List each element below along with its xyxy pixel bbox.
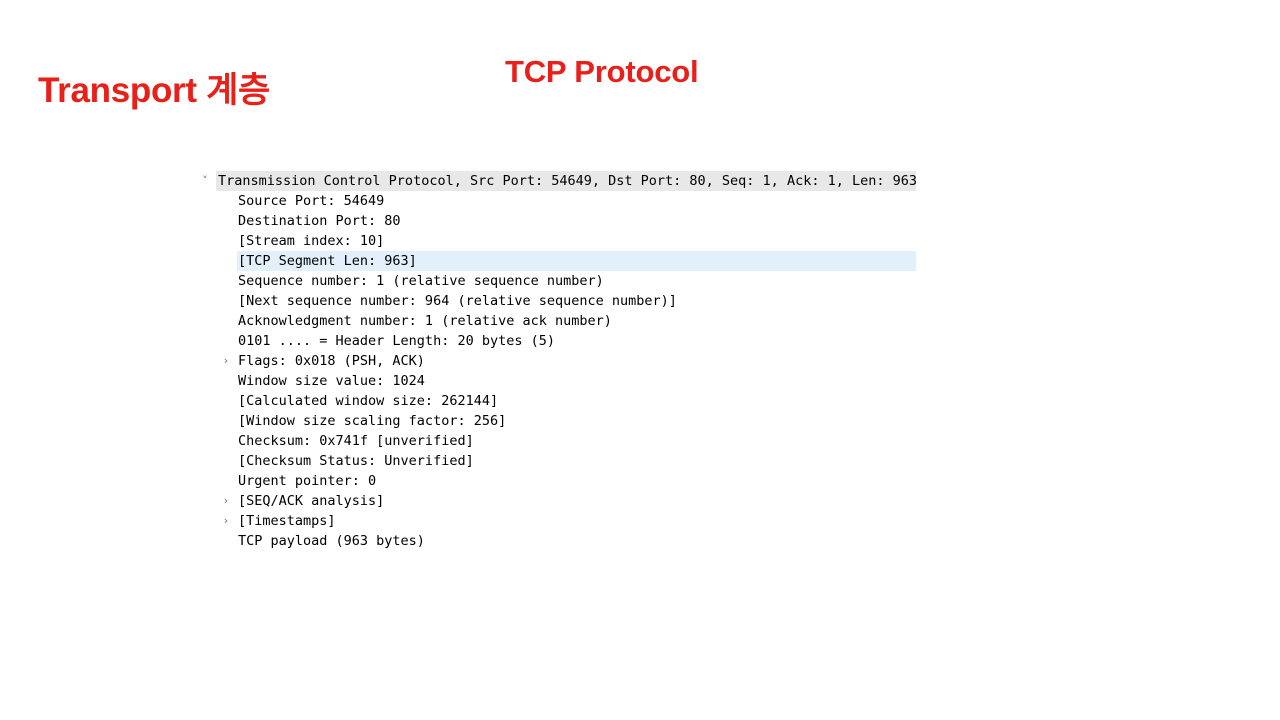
packet-detail-row-label: [Next sequence number: 964 (relative seq…	[238, 293, 677, 309]
chevron-down-icon[interactable]: ˅	[198, 171, 212, 191]
packet-detail-row[interactable]: [TCP Segment Len: 963]	[196, 251, 956, 271]
packet-detail-row[interactable]: [Window size scaling factor: 256]	[196, 411, 956, 431]
packet-detail-row[interactable]: Checksum: 0x741f [unverified]	[196, 431, 956, 451]
chevron-right-icon[interactable]: ›	[219, 511, 233, 531]
packet-detail-row[interactable]: Window size value: 1024	[196, 371, 956, 391]
packet-detail-row-label: Source Port: 54649	[238, 193, 385, 209]
packet-detail-row-label: [TCP Segment Len: 963]	[238, 253, 417, 269]
packet-detail-row-label: [Timestamps]	[238, 513, 336, 529]
packet-detail-row-label: Destination Port: 80	[238, 213, 401, 229]
packet-detail-row-label: Transmission Control Protocol, Src Port:…	[218, 173, 917, 189]
packet-detail-row[interactable]: [Next sequence number: 964 (relative seq…	[196, 291, 956, 311]
page-title: Transport 계층	[38, 71, 270, 110]
packet-detail-row-label: Window size value: 1024	[238, 373, 425, 389]
packet-detail-row[interactable]: Urgent pointer: 0	[196, 471, 956, 491]
chevron-right-icon[interactable]: ›	[219, 351, 233, 371]
packet-detail-row[interactable]: TCP payload (963 bytes)	[196, 531, 956, 551]
packet-detail-tree: ˅ Transmission Control Protocol, Src Port…	[196, 171, 956, 551]
packet-detail-row[interactable]: Destination Port: 80	[196, 211, 956, 231]
packet-detail-row-label: TCP payload (963 bytes)	[238, 533, 425, 549]
packet-detail-row[interactable]: › Flags: 0x018 (PSH, ACK)	[196, 351, 956, 371]
packet-detail-row[interactable]: › [Timestamps]	[196, 511, 956, 531]
page-subtitle: TCP Protocol	[505, 54, 699, 89]
packet-detail-row[interactable]: 0101 .... = Header Length: 20 bytes (5)	[196, 331, 956, 351]
packet-detail-row-label: 0101 .... = Header Length: 20 bytes (5)	[238, 333, 555, 349]
packet-detail-row-label: [Calculated window size: 262144]	[238, 393, 499, 409]
packet-detail-row[interactable]: Sequence number: 1 (relative sequence nu…	[196, 271, 956, 291]
packet-detail-row[interactable]: Acknowledgment number: 1 (relative ack n…	[196, 311, 956, 331]
packet-detail-row[interactable]: [Calculated window size: 262144]	[196, 391, 956, 411]
packet-detail-row-label: [Window size scaling factor: 256]	[238, 413, 507, 429]
packet-detail-row-label: [Stream index: 10]	[238, 233, 385, 249]
packet-detail-row-label: [Checksum Status: Unverified]	[238, 453, 474, 469]
packet-detail-row[interactable]: › [SEQ/ACK analysis]	[196, 491, 956, 511]
packet-detail-row[interactable]: [Stream index: 10]	[196, 231, 956, 251]
packet-detail-row-label: Urgent pointer: 0	[238, 473, 377, 489]
packet-detail-row-label: Checksum: 0x741f [unverified]	[238, 433, 474, 449]
packet-detail-row-label: Acknowledgment number: 1 (relative ack n…	[238, 313, 612, 329]
packet-detail-row[interactable]: [Checksum Status: Unverified]	[196, 451, 956, 471]
packet-detail-row[interactable]: ˅ Transmission Control Protocol, Src Port…	[196, 171, 956, 191]
packet-detail-row-label: Sequence number: 1 (relative sequence nu…	[238, 273, 604, 289]
chevron-right-icon[interactable]: ›	[219, 491, 233, 511]
packet-detail-row[interactable]: Source Port: 54649	[196, 191, 956, 211]
